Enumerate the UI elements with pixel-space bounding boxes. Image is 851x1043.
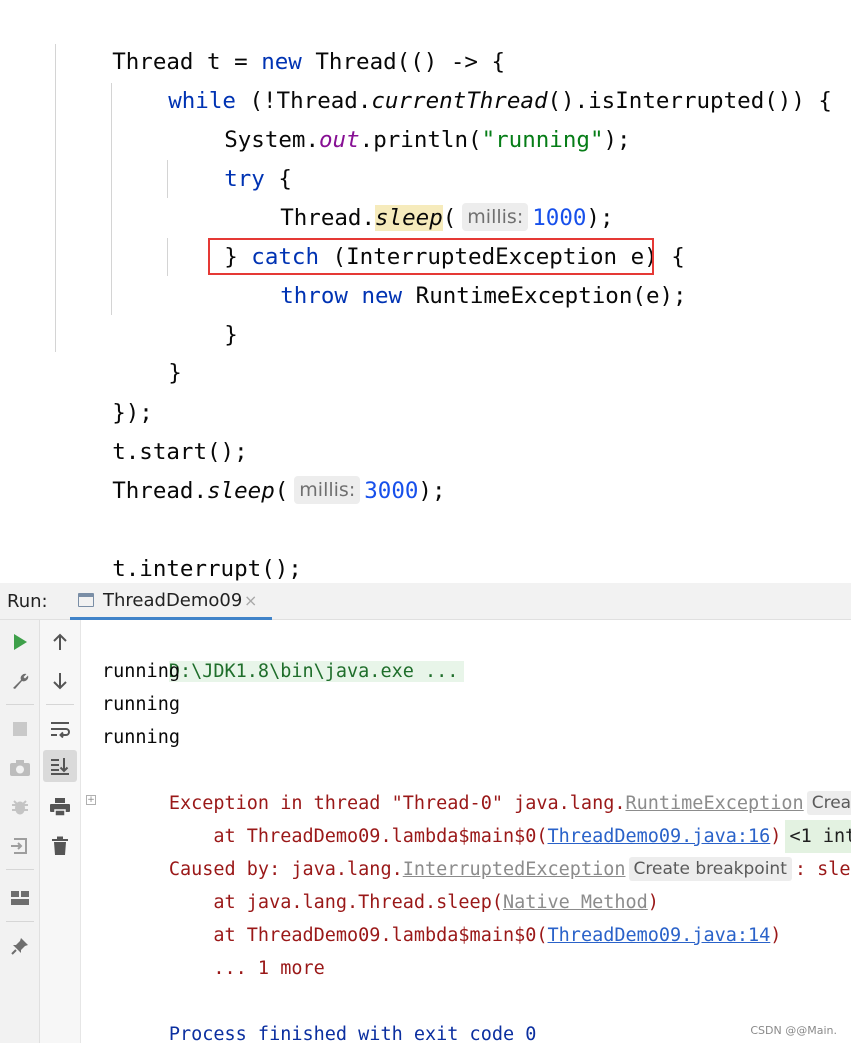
command-text: D:\JDK1.8\bin\java.exe ...	[168, 661, 465, 682]
indent-guide	[167, 160, 168, 198]
console-line-stack: at ThreadDemo09.lambda$main$0(ThreadDemo…	[102, 886, 781, 946]
error-text: : slee	[794, 859, 851, 880]
code-editor[interactable]: Thread t = new Thread(() -> { while (!Th…	[0, 0, 851, 583]
up-arrow-icon[interactable]	[43, 626, 77, 658]
static-field: out	[319, 127, 360, 153]
number-literal: 3000	[364, 478, 419, 504]
console-line-more: ... 1 more	[102, 919, 324, 979]
code-text: );	[418, 478, 446, 504]
code-text: }	[224, 322, 238, 348]
toolbar-separator	[6, 921, 34, 922]
soft-wrap-icon[interactable]	[43, 713, 77, 745]
pin-icon[interactable]	[3, 930, 37, 962]
code-text: RuntimeException(e);	[402, 283, 687, 309]
parameter-hint: millis:	[294, 476, 361, 504]
code-line-3: System.out.println("running");	[170, 82, 630, 153]
code-text: Thread.	[112, 478, 208, 504]
console-line-command: D:\JDK1.8\bin\java.exe ...	[102, 622, 465, 682]
console-line-finished: Process finished with exit code 0	[102, 985, 537, 1043]
code-text: .println(	[359, 127, 482, 153]
code-line-13: t.interrupt();	[58, 511, 302, 582]
tab-threaddemo09[interactable]: ThreadDemo09 ×	[70, 583, 272, 620]
toolbar-separator	[46, 704, 74, 705]
console-line-output: running	[102, 688, 180, 721]
keyword: throw	[280, 283, 348, 309]
bug-icon[interactable]	[3, 791, 37, 823]
console-line-caused-by: Caused by: java.lang.InterruptedExceptio…	[102, 820, 851, 881]
code-text: );	[603, 127, 631, 153]
toolbar-separator	[6, 869, 34, 870]
run-toolbar	[0, 620, 40, 1043]
wrench-icon[interactable]	[3, 665, 37, 697]
console-line-stack: at java.lang.Thread.sleep(Native Method)	[102, 853, 659, 913]
layout-icon[interactable]	[3, 882, 37, 914]
console-tab-icon	[78, 593, 94, 607]
code-text: }	[168, 360, 182, 386]
indent-guide	[111, 83, 112, 315]
error-text: ... 1 more	[168, 958, 325, 979]
code-line-6: } catch (InterruptedException e) {	[170, 199, 685, 270]
indent-guide	[55, 44, 56, 352]
run-icon[interactable]	[3, 626, 37, 658]
highlight-box	[208, 238, 654, 275]
code-line-9: }	[114, 315, 182, 386]
watermark: CSDN @@Main.	[750, 1024, 837, 1037]
output-text: running	[102, 727, 180, 748]
run-label: Run:	[7, 591, 48, 612]
toolbar-separator	[6, 704, 34, 705]
code-text: t.interrupt();	[112, 556, 302, 582]
code-line-12: Thread.sleep(millis: 3000);	[58, 433, 446, 504]
console-toolbar	[40, 620, 81, 1043]
code-line-4: try {	[170, 121, 292, 192]
console-line-stack: at ThreadDemo09.lambda$main$0(ThreadDemo…	[102, 787, 851, 853]
console-line-exception: Exception in thread "Thread-0" java.lang…	[102, 754, 851, 815]
indent-guide	[167, 238, 168, 276]
code-line-5: Thread.sleep(millis: 1000);	[226, 160, 614, 231]
code-line-1: Thread t = new Thread(() -> {	[58, 4, 505, 75]
code-text: (	[274, 478, 289, 504]
exit-icon[interactable]	[3, 830, 37, 862]
error-text: )	[770, 925, 782, 946]
source-link[interactable]: ThreadDemo09.java:14	[548, 925, 771, 946]
console-line-output: running	[102, 655, 180, 688]
string-literal: "running"	[481, 127, 604, 153]
output-text: running	[102, 661, 180, 682]
tab-title: ThreadDemo09	[103, 590, 243, 611]
static-method: sleep	[207, 478, 275, 504]
down-arrow-icon[interactable]	[43, 665, 77, 697]
run-tool-window: Run: ThreadDemo09 × + D:\JDK1.8\bin\java…	[0, 583, 851, 1043]
code-line-8: }	[170, 277, 238, 348]
stop-icon[interactable]	[3, 713, 37, 745]
expand-icon[interactable]: +	[86, 795, 96, 805]
keyword: new	[361, 283, 403, 309]
process-finished-text: Process finished with exit code 0	[168, 1024, 537, 1043]
console-line-output: running	[102, 721, 180, 754]
camera-icon[interactable]	[3, 752, 37, 784]
code-line-2: while (!Thread.currentThread().isInterru…	[114, 43, 832, 114]
output-text: running	[102, 694, 180, 715]
trash-icon[interactable]	[43, 830, 77, 862]
code-line-11: t.start();	[58, 394, 247, 465]
scroll-to-end-icon[interactable]	[43, 750, 77, 782]
run-header: Run: ThreadDemo09 ×	[0, 583, 851, 620]
close-icon[interactable]: ×	[244, 583, 257, 619]
code-line-10: });	[58, 355, 153, 426]
console-output[interactable]: + D:\JDK1.8\bin\java.exe ... running run…	[82, 620, 851, 1043]
print-icon[interactable]	[43, 791, 77, 823]
